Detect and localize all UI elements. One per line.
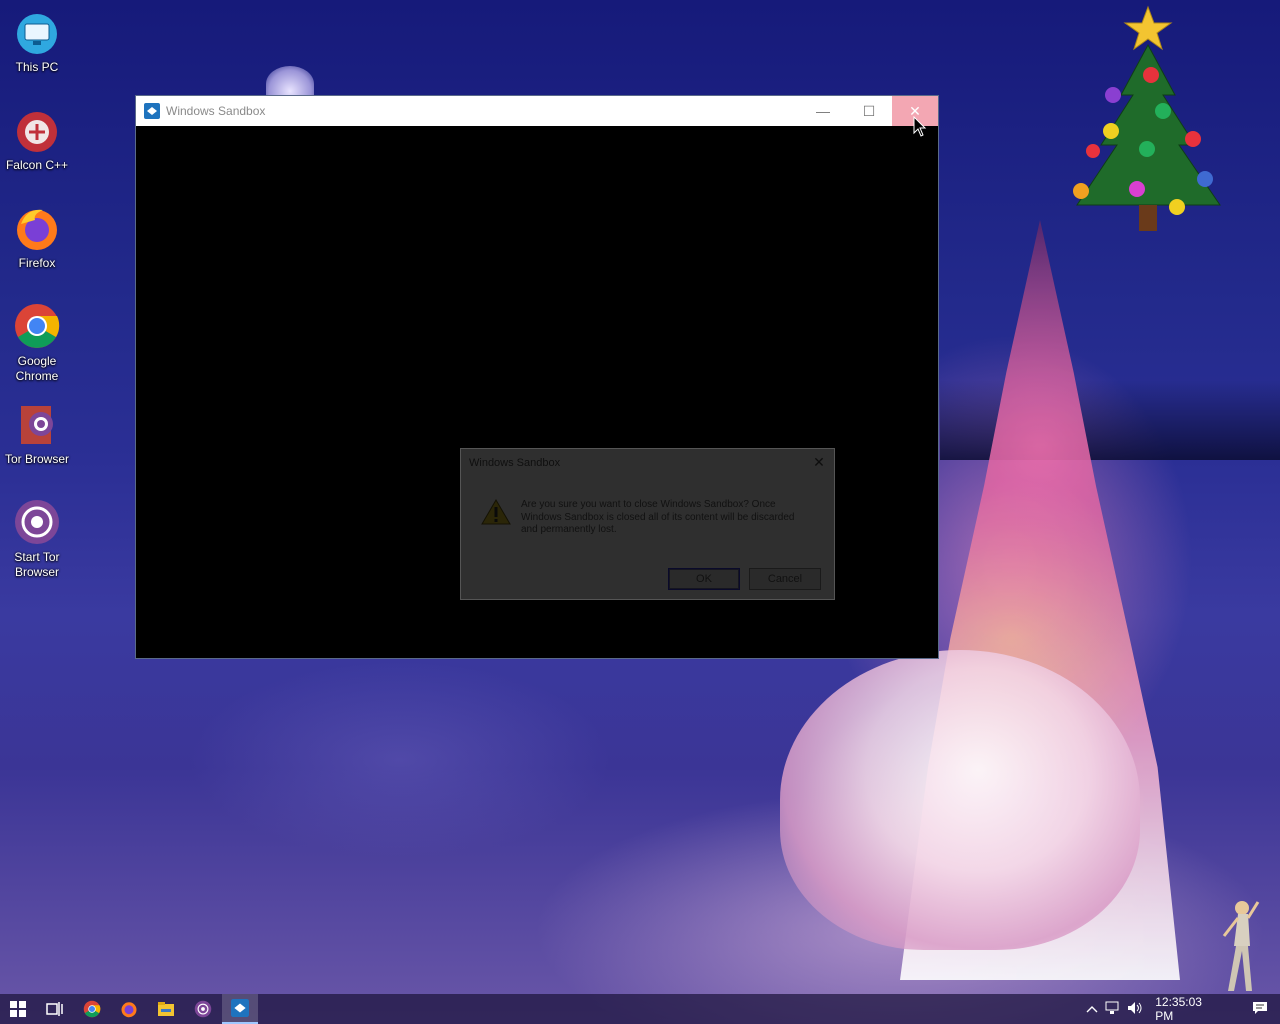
cancel-button[interactable]: Cancel xyxy=(749,568,821,590)
minimize-icon: — xyxy=(816,103,830,119)
firefox-icon xyxy=(121,1002,137,1018)
dialog-message: Are you sure you want to close Windows S… xyxy=(521,499,795,535)
network-icon[interactable] xyxy=(1102,1001,1124,1018)
desktop-icon-label: Tor Browser xyxy=(4,452,69,466)
desktop-icon-falcon-cpp[interactable]: Falcon C++ xyxy=(0,106,74,173)
taskbar-windows-sandbox[interactable] xyxy=(222,994,258,1024)
firefox-icon xyxy=(13,204,61,252)
start-button[interactable] xyxy=(0,994,36,1024)
desktop-icon-label: This PC xyxy=(15,60,59,74)
taskbar-firefox[interactable] xyxy=(111,994,147,1024)
task-view-icon xyxy=(46,1002,63,1016)
confirm-close-dialog[interactable]: Windows Sandbox ✕ Are you sure you want … xyxy=(460,448,835,600)
windows-sandbox-icon xyxy=(231,999,249,1017)
dialog-close-icon[interactable]: ✕ xyxy=(810,453,828,471)
falcon-cpp-icon xyxy=(13,106,61,154)
dialog-titlebar: Windows Sandbox ✕ xyxy=(461,449,834,477)
windows-sandbox-icon xyxy=(144,103,160,119)
desktop-icon-google-chrome[interactable]: Google Chrome xyxy=(0,302,74,384)
volume-icon[interactable] xyxy=(1124,1001,1148,1018)
desktop-icon-label: Firefox xyxy=(18,256,56,270)
desktop-icon-label: Google Chrome xyxy=(15,354,59,383)
minimize-button[interactable]: — xyxy=(800,96,846,126)
taskbar-file-explorer[interactable] xyxy=(148,994,184,1024)
snow-mound xyxy=(780,650,1140,950)
christmas-tree-gadget xyxy=(1073,5,1221,231)
maximize-button[interactable]: ☐ xyxy=(846,96,892,126)
desktop-icon-label: Falcon C++ xyxy=(5,158,69,172)
window-titlebar[interactable]: Windows Sandbox — ☐ ✕ xyxy=(136,96,938,126)
show-hidden-icons-chevron-up-icon[interactable] xyxy=(1082,1002,1102,1016)
chrome-icon xyxy=(83,1000,101,1018)
file-explorer-icon xyxy=(158,1002,174,1016)
taskbar-chrome[interactable] xyxy=(74,994,110,1024)
maximize-icon: ☐ xyxy=(862,102,876,119)
desktop-icon-label: Start Tor Browser xyxy=(14,550,60,579)
desktop-icon-start-tor-browser[interactable]: Start Tor Browser xyxy=(0,498,74,580)
dialog-title: Windows Sandbox xyxy=(469,457,561,469)
warning-icon xyxy=(481,499,511,525)
task-view-button[interactable] xyxy=(36,994,72,1024)
dancer-figure xyxy=(1222,901,1260,991)
this-pc-icon xyxy=(13,8,61,56)
start-icon xyxy=(10,1001,26,1017)
desktop-icon-this-pc[interactable]: This PC xyxy=(0,8,74,75)
tor-browser-icon xyxy=(13,400,61,448)
ok-button[interactable]: OK xyxy=(668,568,740,590)
desktop-icon-tor-browser[interactable]: Tor Browser xyxy=(0,400,74,467)
action-center-icon[interactable] xyxy=(1240,1001,1280,1018)
mouse-cursor-icon xyxy=(913,116,927,137)
window-title: Windows Sandbox xyxy=(166,104,266,118)
chrome-icon xyxy=(13,302,61,350)
start-tor-browser-icon xyxy=(13,498,61,546)
taskbar-tor-browser[interactable] xyxy=(185,994,221,1024)
clock[interactable]: 12:35:03 PM xyxy=(1155,995,1222,1023)
forest-treeline xyxy=(940,380,1280,460)
system-tray: 12:35:03 PM xyxy=(1082,994,1280,1024)
desktop-icon-firefox[interactable]: Firefox xyxy=(0,204,74,271)
taskbar: 12:35:03 PM xyxy=(0,994,1280,1024)
tor-browser-icon xyxy=(194,1000,212,1018)
